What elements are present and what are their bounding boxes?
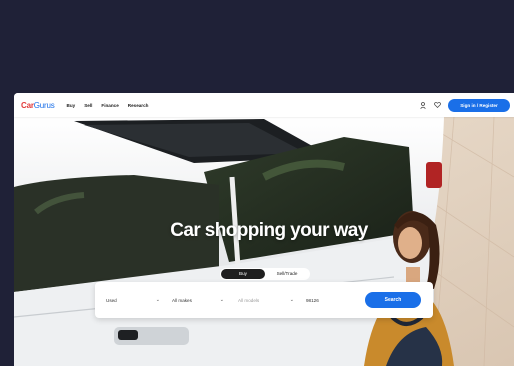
nav-research[interactable]: Research (128, 103, 149, 108)
hero-headline: Car shopping your way (170, 220, 368, 241)
logo-text-car: Car (21, 100, 34, 110)
nav-sell[interactable]: Sell (84, 103, 92, 108)
nav-buy[interactable]: Buy (67, 103, 76, 108)
model-select[interactable]: All models ⌄ (235, 293, 297, 307)
condition-value: Used (106, 297, 117, 303)
model-placeholder: All models (238, 297, 260, 303)
condition-select[interactable]: Used ⌄ (103, 293, 163, 307)
search-panel: Used ⌄ All makes ⌄ All models ⌄ 98126 Se… (95, 282, 433, 318)
hero-banner: Car shopping your way Buy Sell/Trade Use… (14, 117, 514, 366)
zip-input[interactable]: 98126 (303, 293, 343, 307)
buy-sell-toggle: Buy Sell/Trade (220, 268, 310, 280)
search-button[interactable]: Search (365, 292, 421, 308)
make-select[interactable]: All makes ⌄ (169, 293, 227, 307)
site-header: CarGurus Buy Sell Finance Research Sign … (14, 93, 514, 117)
main-nav: Buy Sell Finance Research (67, 103, 149, 108)
nav-finance[interactable]: Finance (101, 103, 118, 108)
browser-viewport: CarGurus Buy Sell Finance Research Sign … (14, 93, 514, 366)
logo-text-gurus: Gurus (33, 100, 55, 110)
tab-sell-trade[interactable]: Sell/Trade (265, 269, 309, 279)
zip-value: 98126 (306, 297, 319, 303)
header-actions: Sign in / Register (418, 98, 510, 112)
make-value: All makes (172, 297, 192, 303)
tab-buy[interactable]: Buy (221, 269, 265, 279)
heart-icon[interactable] (433, 101, 442, 110)
chevron-down-icon: ⌄ (219, 297, 224, 303)
chevron-down-icon: ⌄ (289, 297, 294, 303)
chevron-down-icon: ⌄ (155, 297, 160, 303)
site-logo[interactable]: CarGurus (21, 101, 55, 110)
sign-in-button[interactable]: Sign in / Register (448, 98, 510, 112)
user-icon[interactable] (418, 101, 427, 110)
